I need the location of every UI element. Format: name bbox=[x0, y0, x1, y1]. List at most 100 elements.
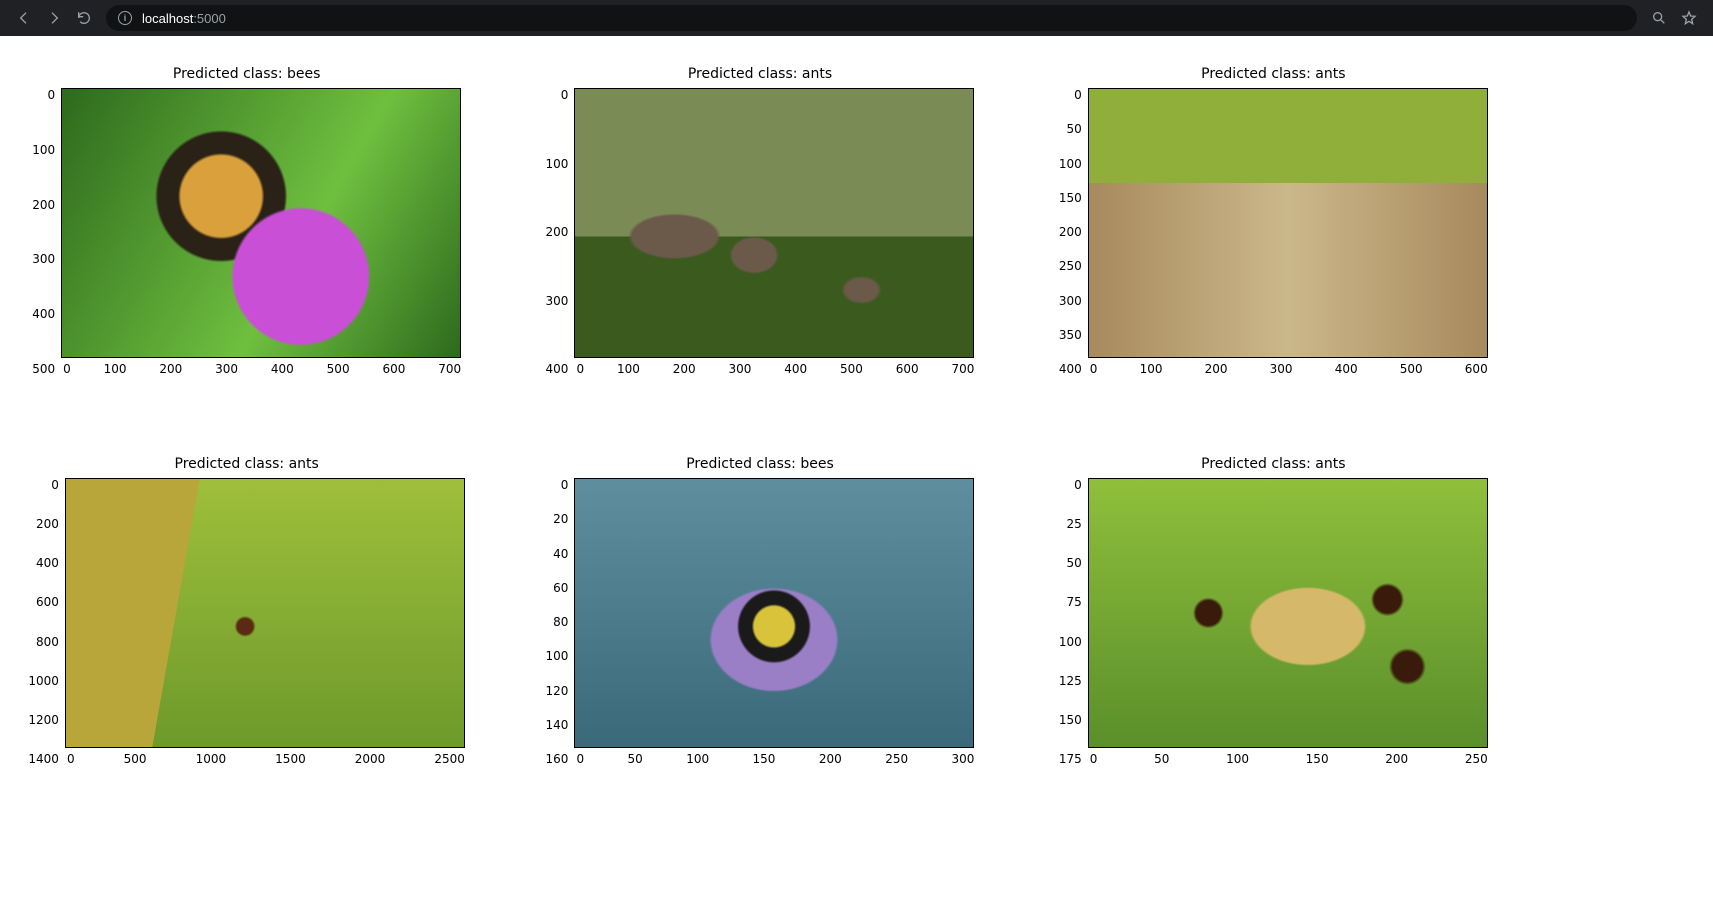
image bbox=[66, 479, 464, 747]
x-tick: 0 bbox=[576, 362, 584, 376]
x-tick: 200 bbox=[673, 362, 696, 376]
y-tick: 80 bbox=[553, 615, 568, 629]
y-tick: 400 bbox=[546, 362, 569, 376]
x-tick: 600 bbox=[1465, 362, 1488, 376]
x-tick: 150 bbox=[1306, 752, 1329, 766]
x-tick: 200 bbox=[1385, 752, 1408, 766]
x-tick: 100 bbox=[104, 362, 127, 376]
y-tick: 0 bbox=[51, 478, 59, 492]
x-tick: 1500 bbox=[275, 752, 306, 766]
nav-buttons bbox=[10, 10, 98, 26]
x-tick: 100 bbox=[1226, 752, 1249, 766]
plot-title: Predicted class: ants bbox=[688, 66, 832, 82]
y-tick: 400 bbox=[36, 556, 59, 570]
y-tick: 500 bbox=[32, 362, 55, 376]
x-tick: 300 bbox=[215, 362, 238, 376]
x-tick: 500 bbox=[840, 362, 863, 376]
plot-0: Predicted class: bees0100200300400500010… bbox=[10, 66, 483, 376]
x-tick: 2000 bbox=[355, 752, 386, 766]
x-tick: 500 bbox=[124, 752, 147, 766]
y-tick: 0 bbox=[561, 88, 569, 102]
y-tick: 100 bbox=[32, 143, 55, 157]
image-frame bbox=[1088, 478, 1488, 748]
plot-title: Predicted class: ants bbox=[1201, 456, 1345, 472]
plot-axes-frame: 0100200300400500600700 bbox=[61, 88, 461, 376]
y-axis: 0200400600800100012001400 bbox=[28, 478, 65, 766]
x-tick: 400 bbox=[271, 362, 294, 376]
url-port: :5000 bbox=[193, 11, 226, 26]
y-tick: 25 bbox=[1067, 517, 1082, 531]
y-tick: 350 bbox=[1059, 328, 1082, 342]
y-tick: 200 bbox=[546, 225, 569, 239]
y-tick: 150 bbox=[1059, 713, 1082, 727]
page-content: Predicted class: bees0100200300400500010… bbox=[0, 36, 1713, 826]
image-frame bbox=[574, 88, 974, 358]
x-tick: 300 bbox=[952, 752, 975, 766]
y-tick: 100 bbox=[1059, 157, 1082, 171]
y-tick: 0 bbox=[1074, 478, 1082, 492]
back-button[interactable] bbox=[16, 10, 32, 26]
plot-3: Predicted class: ants0200400600800100012… bbox=[10, 456, 483, 766]
x-tick: 200 bbox=[1205, 362, 1228, 376]
x-tick: 500 bbox=[1400, 362, 1423, 376]
x-axis: 050100150200250 bbox=[1088, 748, 1488, 766]
y-tick: 300 bbox=[32, 252, 55, 266]
y-tick: 0 bbox=[1074, 88, 1082, 102]
x-tick: 300 bbox=[728, 362, 751, 376]
x-tick: 600 bbox=[382, 362, 405, 376]
y-tick: 300 bbox=[1059, 294, 1082, 308]
image-frame bbox=[61, 88, 461, 358]
plot-axes-frame: 050100150200250 bbox=[1088, 478, 1488, 766]
image-frame bbox=[1088, 88, 1488, 358]
x-tick: 50 bbox=[628, 752, 643, 766]
image bbox=[1089, 89, 1487, 357]
plot-body: 01002003004000100200300400500600700 bbox=[546, 88, 975, 376]
y-tick: 1200 bbox=[28, 713, 59, 727]
plot-title: Predicted class: ants bbox=[1201, 66, 1345, 82]
x-tick: 0 bbox=[1090, 752, 1098, 766]
x-axis: 050100150200250300 bbox=[574, 748, 974, 766]
plot-5: Predicted class: ants0255075100125150175… bbox=[1037, 456, 1510, 766]
x-tick: 600 bbox=[896, 362, 919, 376]
y-tick: 600 bbox=[36, 595, 59, 609]
y-tick: 0 bbox=[47, 88, 55, 102]
bookmark-star-icon[interactable] bbox=[1681, 10, 1697, 26]
zoom-icon[interactable] bbox=[1651, 10, 1667, 26]
x-tick: 400 bbox=[784, 362, 807, 376]
y-tick: 100 bbox=[546, 649, 569, 663]
x-tick: 250 bbox=[885, 752, 908, 766]
plot-body: 01002003004005000100200300400500600700 bbox=[32, 88, 461, 376]
y-tick: 50 bbox=[1067, 556, 1082, 570]
plot-body: 0200400600800100012001400050010001500200… bbox=[28, 478, 465, 766]
plot-2: Predicted class: ants0501001502002503003… bbox=[1037, 66, 1510, 376]
image bbox=[575, 89, 973, 357]
forward-button[interactable] bbox=[46, 10, 62, 26]
y-axis: 0100200300400 bbox=[546, 88, 575, 376]
x-tick: 0 bbox=[1090, 362, 1098, 376]
x-tick: 250 bbox=[1465, 752, 1488, 766]
x-axis: 05001000150020002500 bbox=[65, 748, 465, 766]
y-axis: 0100200300400500 bbox=[32, 88, 61, 376]
y-tick: 40 bbox=[553, 547, 568, 561]
image-frame bbox=[574, 478, 974, 748]
x-tick: 150 bbox=[753, 752, 776, 766]
y-tick: 160 bbox=[546, 752, 569, 766]
x-axis: 0100200300400500600 bbox=[1088, 358, 1488, 376]
plot-1: Predicted class: ants0100200300400010020… bbox=[523, 66, 996, 376]
toolbar-right bbox=[1645, 10, 1703, 26]
y-tick: 400 bbox=[32, 307, 55, 321]
y-tick: 100 bbox=[1059, 635, 1082, 649]
site-info-icon[interactable]: i bbox=[118, 11, 132, 25]
plot-title: Predicted class: bees bbox=[686, 456, 834, 472]
x-tick: 1000 bbox=[196, 752, 227, 766]
y-tick: 60 bbox=[553, 581, 568, 595]
y-tick: 100 bbox=[546, 157, 569, 171]
y-tick: 140 bbox=[546, 718, 569, 732]
reload-button[interactable] bbox=[76, 10, 92, 26]
plot-axes-frame: 050100150200250300 bbox=[574, 478, 974, 766]
y-tick: 1400 bbox=[28, 752, 59, 766]
address-bar[interactable]: i localhost:5000 bbox=[106, 5, 1637, 31]
y-tick: 20 bbox=[553, 512, 568, 526]
x-tick: 700 bbox=[952, 362, 975, 376]
plot-axes-frame: 0100200300400500600 bbox=[1088, 88, 1488, 376]
